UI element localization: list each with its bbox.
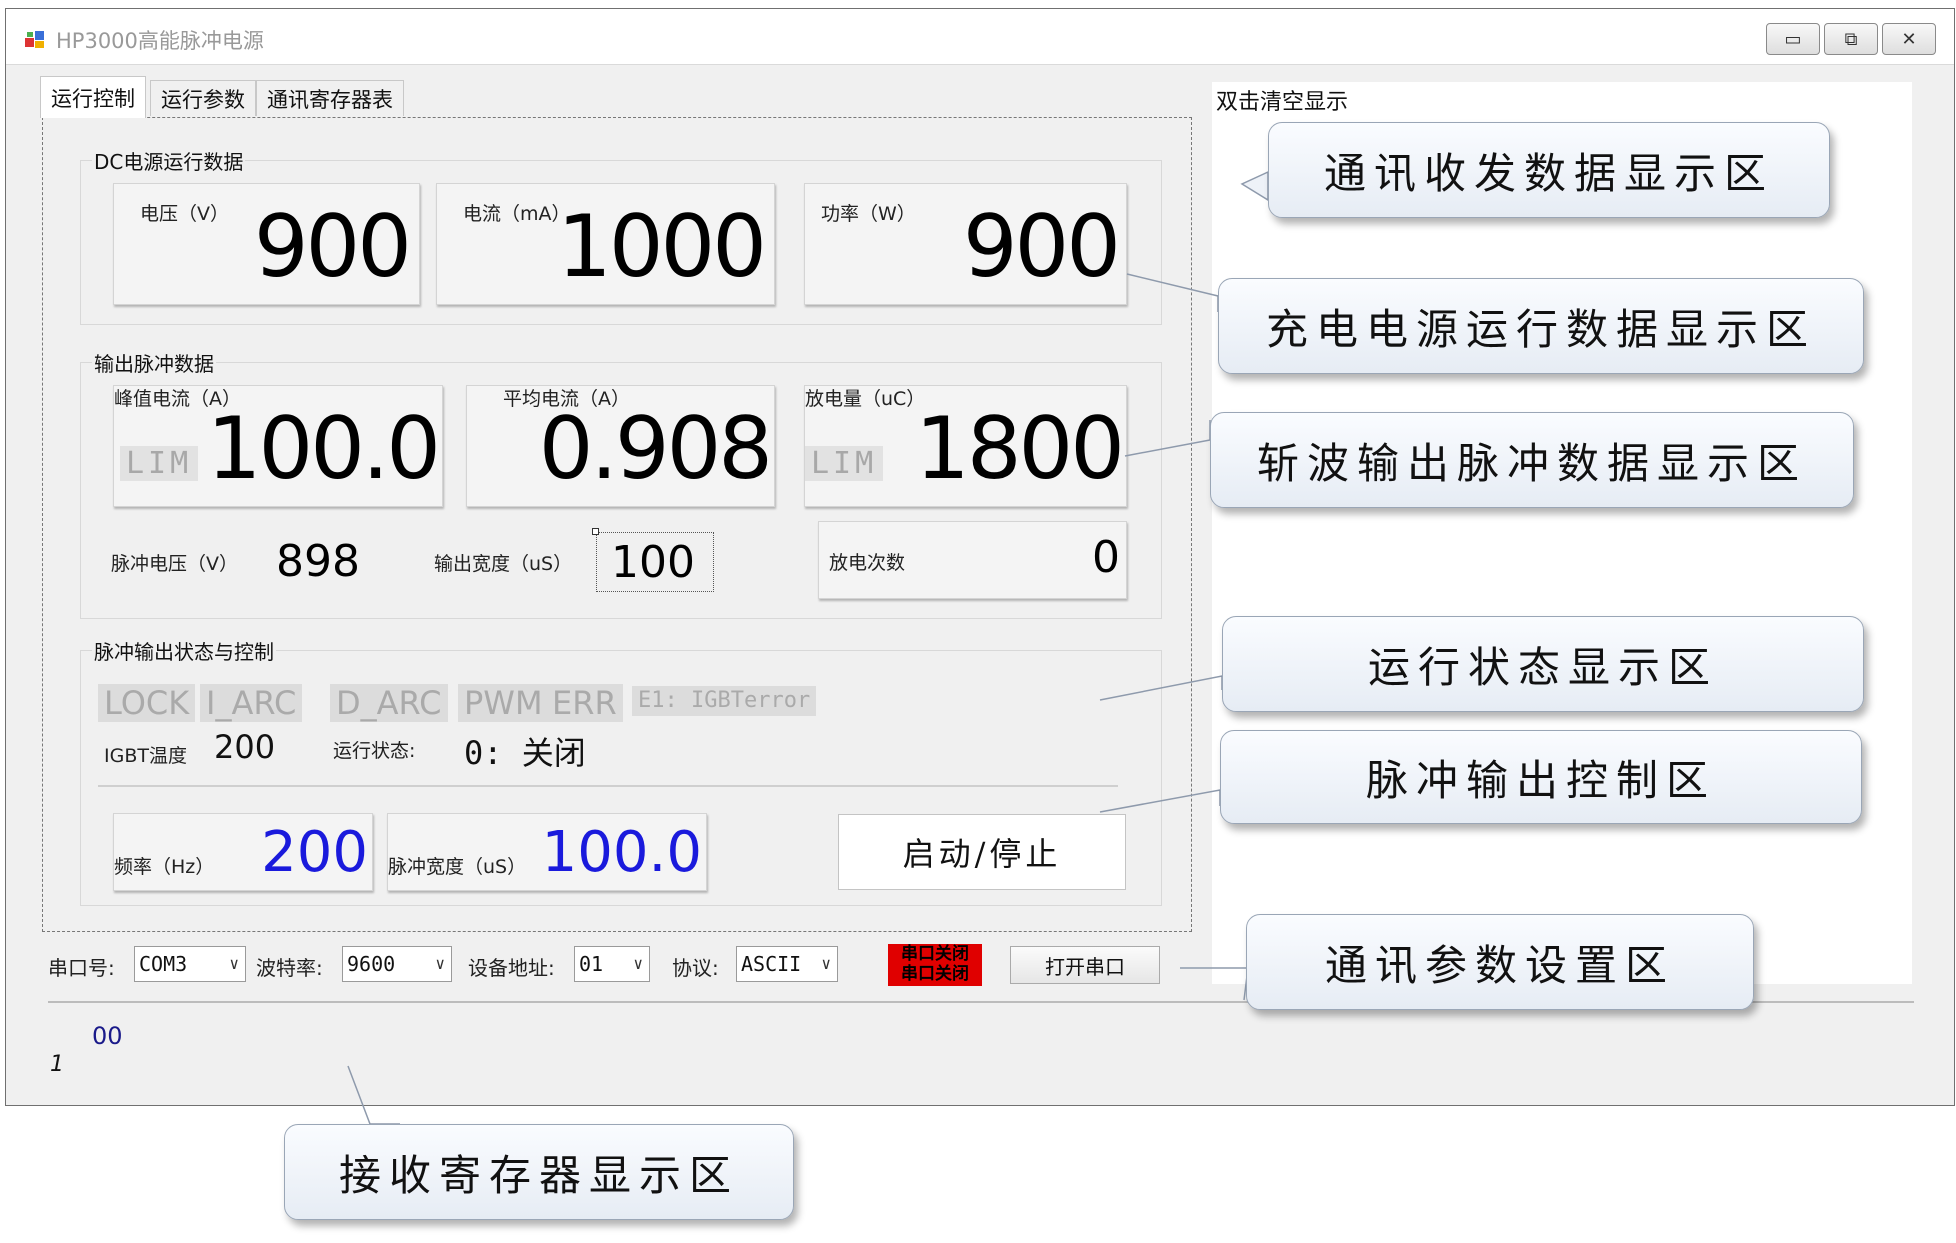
callout-text: 斩波输出脉冲数据显示区 [1256, 438, 1807, 488]
callout-text: 脉冲输出控制区 [1365, 755, 1716, 805]
callout-text: 接收寄存器显示区 [338, 1150, 739, 1200]
callout-charge-data: 充电电源运行数据显示区 [1218, 278, 1864, 374]
callout-chopper-data: 斩波输出脉冲数据显示区 [1210, 412, 1854, 508]
callout-comm-data: 通讯收发数据显示区 [1268, 122, 1830, 218]
callout-run-state: 运行状态显示区 [1222, 616, 1864, 712]
callout-pulse-control: 脉冲输出控制区 [1220, 730, 1862, 824]
callout-comm-settings: 通讯参数设置区 [1246, 914, 1754, 1010]
callout-text: 运行状态显示区 [1367, 642, 1718, 692]
callout-text: 充电电源运行数据显示区 [1265, 304, 1816, 354]
tab-label: 运行控制 [51, 86, 135, 111]
callout-register: 接收寄存器显示区 [284, 1124, 794, 1220]
tab-run-control[interactable]: 运行控制 [40, 76, 146, 118]
callout-text: 通讯收发数据显示区 [1323, 148, 1774, 198]
callout-text: 通讯参数设置区 [1324, 940, 1675, 990]
